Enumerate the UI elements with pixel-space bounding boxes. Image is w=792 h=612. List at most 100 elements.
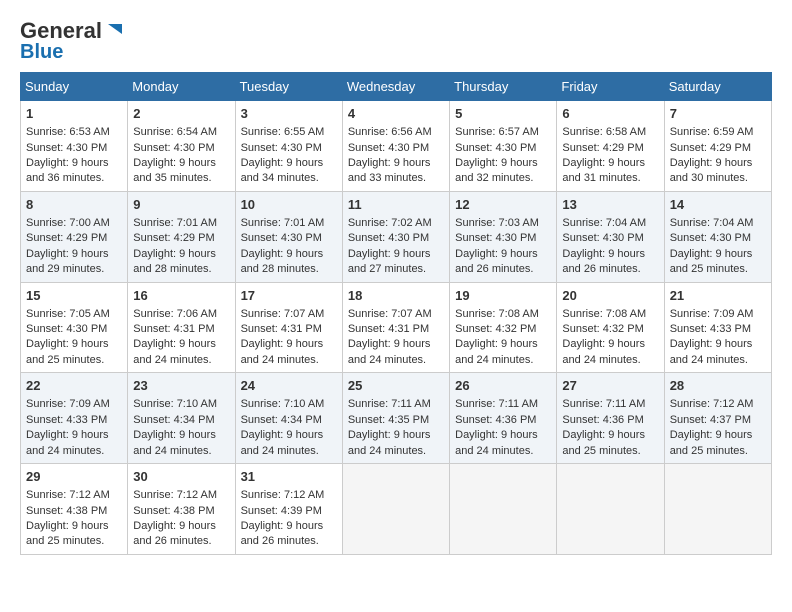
sunset-label: Sunset: 4:30 PM xyxy=(348,142,429,154)
sunrise-label: Sunrise: 6:58 AM xyxy=(562,126,646,138)
sunset-label: Sunset: 4:32 PM xyxy=(455,323,536,335)
calendar-cell: 20 Sunrise: 7:08 AM Sunset: 4:32 PM Dayl… xyxy=(557,282,664,373)
sunrise-label: Sunrise: 7:10 AM xyxy=(133,398,217,410)
day-number: 30 xyxy=(133,468,229,486)
daylight-label: Daylight: 9 hours and 31 minutes. xyxy=(562,157,645,184)
daylight-label: Daylight: 9 hours and 24 minutes. xyxy=(133,429,216,456)
calendar-cell: 5 Sunrise: 6:57 AM Sunset: 4:30 PM Dayli… xyxy=(450,101,557,192)
logo-blue: Blue xyxy=(20,42,63,62)
sunrise-label: Sunrise: 6:57 AM xyxy=(455,126,539,138)
day-number: 28 xyxy=(670,377,766,395)
daylight-label: Daylight: 9 hours and 26 minutes. xyxy=(133,520,216,547)
daylight-label: Daylight: 9 hours and 36 minutes. xyxy=(26,157,109,184)
sunset-label: Sunset: 4:31 PM xyxy=(348,323,429,335)
daylight-label: Daylight: 9 hours and 24 minutes. xyxy=(348,338,431,365)
calendar-cell: 9 Sunrise: 7:01 AM Sunset: 4:29 PM Dayli… xyxy=(128,191,235,282)
calendar-cell: 6 Sunrise: 6:58 AM Sunset: 4:29 PM Dayli… xyxy=(557,101,664,192)
daylight-label: Daylight: 9 hours and 27 minutes. xyxy=(348,248,431,275)
calendar-cell: 8 Sunrise: 7:00 AM Sunset: 4:29 PM Dayli… xyxy=(21,191,128,282)
calendar-header-row: SundayMondayTuesdayWednesdayThursdayFrid… xyxy=(21,73,772,101)
calendar-cell: 17 Sunrise: 7:07 AM Sunset: 4:31 PM Dayl… xyxy=(235,282,342,373)
sunset-label: Sunset: 4:30 PM xyxy=(455,142,536,154)
calendar-cell: 1 Sunrise: 6:53 AM Sunset: 4:30 PM Dayli… xyxy=(21,101,128,192)
calendar-cell: 16 Sunrise: 7:06 AM Sunset: 4:31 PM Dayl… xyxy=(128,282,235,373)
day-number: 22 xyxy=(26,377,122,395)
day-number: 13 xyxy=(562,196,658,214)
calendar-week-2: 8 Sunrise: 7:00 AM Sunset: 4:29 PM Dayli… xyxy=(21,191,772,282)
day-number: 29 xyxy=(26,468,122,486)
daylight-label: Daylight: 9 hours and 24 minutes. xyxy=(133,338,216,365)
sunset-label: Sunset: 4:37 PM xyxy=(670,414,751,426)
calendar-week-1: 1 Sunrise: 6:53 AM Sunset: 4:30 PM Dayli… xyxy=(21,101,772,192)
daylight-label: Daylight: 9 hours and 25 minutes. xyxy=(670,429,753,456)
weekday-header-monday: Monday xyxy=(128,73,235,101)
daylight-label: Daylight: 9 hours and 33 minutes. xyxy=(348,157,431,184)
calendar-cell: 4 Sunrise: 6:56 AM Sunset: 4:30 PM Dayli… xyxy=(342,101,449,192)
sunset-label: Sunset: 4:29 PM xyxy=(670,142,751,154)
calendar-cell: 15 Sunrise: 7:05 AM Sunset: 4:30 PM Dayl… xyxy=(21,282,128,373)
daylight-label: Daylight: 9 hours and 24 minutes. xyxy=(241,338,324,365)
daylight-label: Daylight: 9 hours and 29 minutes. xyxy=(26,248,109,275)
day-number: 4 xyxy=(348,105,444,123)
sunrise-label: Sunrise: 7:11 AM xyxy=(455,398,538,410)
sunrise-label: Sunrise: 7:12 AM xyxy=(133,489,217,501)
sunrise-label: Sunrise: 6:55 AM xyxy=(241,126,325,138)
daylight-label: Daylight: 9 hours and 24 minutes. xyxy=(348,429,431,456)
sunrise-label: Sunrise: 7:08 AM xyxy=(455,308,539,320)
calendar-cell: 23 Sunrise: 7:10 AM Sunset: 4:34 PM Dayl… xyxy=(128,373,235,464)
weekday-header-sunday: Sunday xyxy=(21,73,128,101)
sunset-label: Sunset: 4:39 PM xyxy=(241,505,322,517)
logo-icon xyxy=(104,20,126,42)
daylight-label: Daylight: 9 hours and 28 minutes. xyxy=(133,248,216,275)
calendar-cell xyxy=(664,464,771,555)
day-number: 26 xyxy=(455,377,551,395)
calendar-cell: 25 Sunrise: 7:11 AM Sunset: 4:35 PM Dayl… xyxy=(342,373,449,464)
sunrise-label: Sunrise: 7:02 AM xyxy=(348,217,432,229)
sunrise-label: Sunrise: 7:01 AM xyxy=(241,217,325,229)
day-number: 15 xyxy=(26,287,122,305)
sunset-label: Sunset: 4:35 PM xyxy=(348,414,429,426)
sunset-label: Sunset: 4:30 PM xyxy=(348,232,429,244)
weekday-header-friday: Friday xyxy=(557,73,664,101)
calendar-week-4: 22 Sunrise: 7:09 AM Sunset: 4:33 PM Dayl… xyxy=(21,373,772,464)
sunset-label: Sunset: 4:30 PM xyxy=(241,142,322,154)
sunrise-label: Sunrise: 7:01 AM xyxy=(133,217,217,229)
day-number: 14 xyxy=(670,196,766,214)
sunrise-label: Sunrise: 7:03 AM xyxy=(455,217,539,229)
day-number: 12 xyxy=(455,196,551,214)
sunrise-label: Sunrise: 7:11 AM xyxy=(562,398,645,410)
sunrise-label: Sunrise: 6:53 AM xyxy=(26,126,110,138)
daylight-label: Daylight: 9 hours and 25 minutes. xyxy=(562,429,645,456)
calendar-cell xyxy=(557,464,664,555)
sunset-label: Sunset: 4:36 PM xyxy=(455,414,536,426)
calendar-cell: 2 Sunrise: 6:54 AM Sunset: 4:30 PM Dayli… xyxy=(128,101,235,192)
sunset-label: Sunset: 4:30 PM xyxy=(455,232,536,244)
calendar-cell: 29 Sunrise: 7:12 AM Sunset: 4:38 PM Dayl… xyxy=(21,464,128,555)
calendar-cell xyxy=(450,464,557,555)
day-number: 18 xyxy=(348,287,444,305)
daylight-label: Daylight: 9 hours and 26 minutes. xyxy=(562,248,645,275)
daylight-label: Daylight: 9 hours and 25 minutes. xyxy=(26,338,109,365)
sunset-label: Sunset: 4:33 PM xyxy=(26,414,107,426)
daylight-label: Daylight: 9 hours and 35 minutes. xyxy=(133,157,216,184)
sunset-label: Sunset: 4:38 PM xyxy=(133,505,214,517)
day-number: 24 xyxy=(241,377,337,395)
day-number: 2 xyxy=(133,105,229,123)
day-number: 31 xyxy=(241,468,337,486)
calendar-table: SundayMondayTuesdayWednesdayThursdayFrid… xyxy=(20,72,772,555)
sunset-label: Sunset: 4:30 PM xyxy=(562,232,643,244)
calendar-cell: 31 Sunrise: 7:12 AM Sunset: 4:39 PM Dayl… xyxy=(235,464,342,555)
calendar-cell: 19 Sunrise: 7:08 AM Sunset: 4:32 PM Dayl… xyxy=(450,282,557,373)
day-number: 1 xyxy=(26,105,122,123)
sunset-label: Sunset: 4:34 PM xyxy=(133,414,214,426)
day-number: 10 xyxy=(241,196,337,214)
sunrise-label: Sunrise: 7:07 AM xyxy=(348,308,432,320)
day-number: 5 xyxy=(455,105,551,123)
daylight-label: Daylight: 9 hours and 32 minutes. xyxy=(455,157,538,184)
calendar-cell: 11 Sunrise: 7:02 AM Sunset: 4:30 PM Dayl… xyxy=(342,191,449,282)
calendar-cell: 27 Sunrise: 7:11 AM Sunset: 4:36 PM Dayl… xyxy=(557,373,664,464)
daylight-label: Daylight: 9 hours and 30 minutes. xyxy=(670,157,753,184)
weekday-header-tuesday: Tuesday xyxy=(235,73,342,101)
day-number: 27 xyxy=(562,377,658,395)
daylight-label: Daylight: 9 hours and 24 minutes. xyxy=(241,429,324,456)
